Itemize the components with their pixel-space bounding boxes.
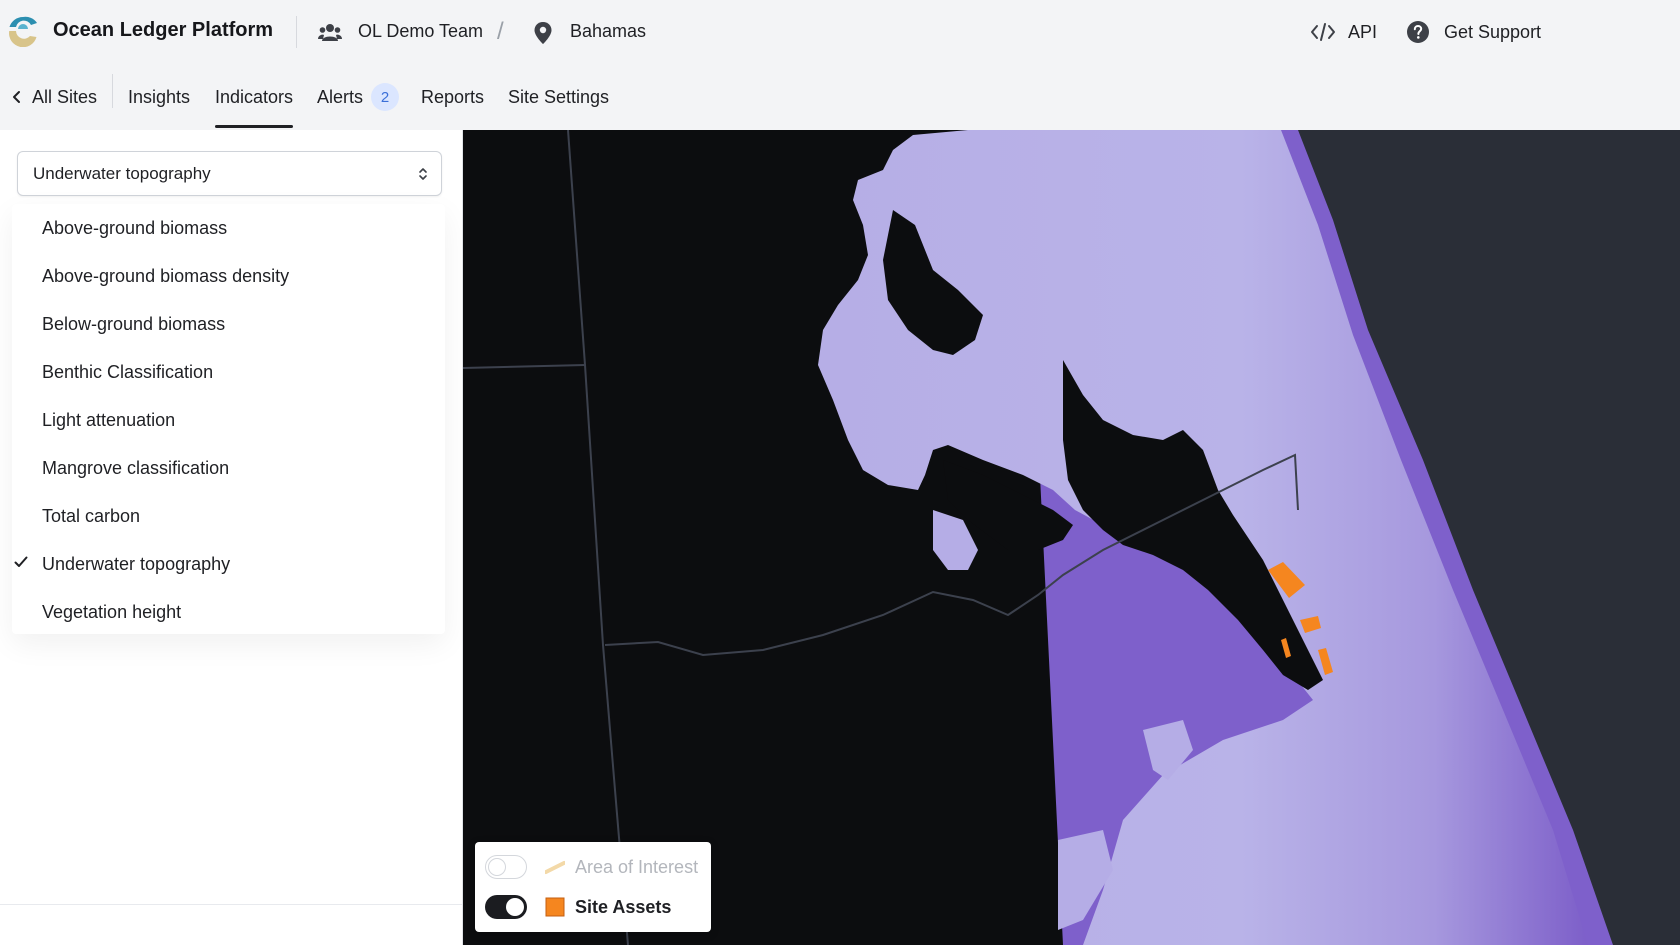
site-nav: All Sites Insights Indicators Alerts 2 R… — [0, 64, 1680, 130]
option-total-carbon[interactable]: Total carbon — [12, 492, 445, 540]
app-title: Ocean Ledger Platform — [53, 19, 274, 41]
indicator-sidebar: Underwater topography Above-ground bioma… — [0, 130, 463, 945]
legend-label: Area of Interest — [575, 856, 699, 877]
area-of-interest-swatch — [545, 861, 565, 874]
option-vegetation-height[interactable]: Vegetation height — [12, 588, 445, 636]
site-assets-swatch — [545, 897, 565, 917]
option-label: Vegetation height — [42, 602, 182, 622]
option-label: Mangrove classification — [42, 458, 230, 478]
option-label: Total carbon — [42, 506, 141, 526]
team-switcher[interactable]: OL Demo Team — [358, 21, 483, 42]
tab-reports[interactable]: Reports — [421, 82, 484, 112]
option-mangrove-classification[interactable]: Mangrove classification — [12, 444, 445, 492]
option-label: Below-ground biomass — [42, 314, 226, 334]
option-above-ground-biomass-density[interactable]: Above-ground biomass density — [12, 252, 445, 300]
area-of-interest-toggle[interactable] — [485, 855, 527, 879]
tab-alerts-label: Alerts — [317, 86, 364, 107]
alerts-count-badge: 2 — [371, 83, 400, 111]
help-circle-icon — [1407, 21, 1429, 43]
check-icon — [14, 556, 28, 567]
bathymetry-map — [463, 130, 1680, 945]
legend-row-site-assets: Site Assets — [485, 892, 671, 922]
tab-indicators[interactable]: Indicators — [215, 82, 294, 128]
tab-site-settings[interactable]: Site Settings — [508, 82, 609, 112]
option-below-ground-biomass[interactable]: Below-ground biomass — [12, 300, 445, 348]
option-label: Above-ground biomass — [42, 218, 228, 238]
nav-divider — [112, 74, 113, 108]
get-support-link[interactable]: Get Support — [1406, 19, 1541, 45]
code-icon — [1311, 23, 1335, 41]
site-switcher[interactable]: Bahamas — [570, 21, 646, 42]
support-label: Get Support — [1444, 21, 1542, 42]
option-underwater-topography[interactable]: Underwater topography — [12, 540, 445, 588]
toggle-knob — [506, 898, 524, 916]
sidebar-footer-divider — [0, 904, 462, 905]
ocean-ledger-logo-icon[interactable] — [7, 15, 39, 47]
top-bar: Ocean Ledger Platform OL Demo Team / Bah… — [0, 0, 1680, 64]
users-icon — [318, 24, 342, 41]
indicator-select-value: Underwater topography — [33, 164, 211, 183]
api-label: API — [1348, 21, 1378, 42]
option-above-ground-biomass[interactable]: Above-ground biomass — [12, 204, 445, 252]
option-label: Benthic Classification — [42, 362, 214, 382]
header-divider — [296, 16, 297, 48]
tab-insights[interactable]: Insights — [128, 82, 190, 112]
map-pin-icon — [534, 22, 552, 44]
option-light-attenuation[interactable]: Light attenuation — [12, 396, 445, 444]
breadcrumb-separator: / — [497, 18, 504, 45]
map-canvas[interactable] — [463, 130, 1680, 945]
option-label: Underwater topography — [42, 554, 231, 574]
map-layer-legend: Area of Interest Site Assets — [475, 842, 711, 932]
chevron-left-icon — [13, 91, 20, 103]
site-assets-toggle[interactable] — [485, 895, 527, 919]
option-label: Above-ground biomass density — [42, 266, 290, 286]
option-label: Light attenuation — [42, 410, 176, 430]
api-link[interactable]: API — [1310, 19, 1377, 45]
option-benthic-classification[interactable]: Benthic Classification — [12, 348, 445, 396]
toggle-knob — [488, 858, 506, 876]
back-to-all-sites[interactable]: All Sites — [12, 82, 97, 112]
legend-label: Site Assets — [575, 896, 672, 917]
back-label: All Sites — [32, 86, 98, 107]
indicator-select[interactable]: Underwater topography — [17, 151, 442, 196]
tab-indicators-label: Indicators — [215, 86, 294, 107]
chevron-up-down-icon — [419, 168, 427, 180]
legend-row-area-of-interest: Area of Interest — [485, 852, 698, 882]
tab-alerts[interactable]: Alerts 2 — [317, 82, 400, 112]
indicator-options-menu: Above-ground biomass Above-ground biomas… — [12, 204, 445, 634]
